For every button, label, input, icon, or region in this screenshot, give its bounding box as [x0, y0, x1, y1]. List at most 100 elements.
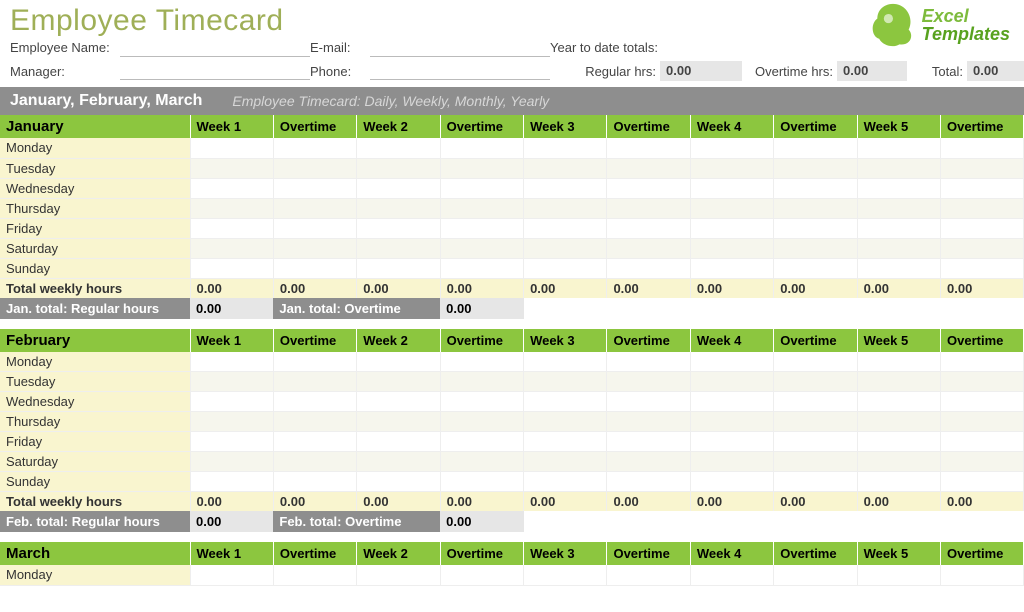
hours-cell[interactable]	[524, 198, 607, 218]
hours-cell[interactable]	[273, 352, 356, 372]
hours-cell[interactable]	[440, 158, 523, 178]
hours-cell[interactable]	[524, 138, 607, 158]
hours-cell[interactable]	[524, 158, 607, 178]
hours-cell[interactable]	[941, 352, 1024, 372]
hours-cell[interactable]	[440, 392, 523, 412]
hours-cell[interactable]	[440, 352, 523, 372]
hours-cell[interactable]	[857, 452, 940, 472]
hours-cell[interactable]	[690, 472, 773, 492]
hours-cell[interactable]	[857, 565, 940, 585]
hours-cell[interactable]	[607, 565, 690, 585]
hours-cell[interactable]	[774, 258, 857, 278]
hours-cell[interactable]	[941, 392, 1024, 412]
hours-cell[interactable]	[357, 412, 440, 432]
hours-cell[interactable]	[690, 198, 773, 218]
hours-cell[interactable]	[690, 565, 773, 585]
hours-cell[interactable]	[941, 432, 1024, 452]
hours-cell[interactable]	[857, 238, 940, 258]
hours-cell[interactable]	[440, 218, 523, 238]
hours-cell[interactable]	[941, 218, 1024, 238]
hours-cell[interactable]	[607, 158, 690, 178]
hours-cell[interactable]	[774, 238, 857, 258]
hours-cell[interactable]	[357, 178, 440, 198]
hours-cell[interactable]	[774, 352, 857, 372]
hours-cell[interactable]	[941, 238, 1024, 258]
hours-cell[interactable]	[941, 565, 1024, 585]
hours-cell[interactable]	[941, 178, 1024, 198]
hours-cell[interactable]	[440, 372, 523, 392]
hours-cell[interactable]	[190, 432, 273, 452]
hours-cell[interactable]	[524, 412, 607, 432]
hours-cell[interactable]	[774, 178, 857, 198]
hours-cell[interactable]	[857, 178, 940, 198]
hours-cell[interactable]	[857, 218, 940, 238]
hours-cell[interactable]	[524, 472, 607, 492]
hours-cell[interactable]	[607, 238, 690, 258]
hours-cell[interactable]	[857, 412, 940, 432]
hours-cell[interactable]	[774, 392, 857, 412]
hours-cell[interactable]	[857, 138, 940, 158]
employee-name-field[interactable]	[120, 39, 310, 57]
hours-cell[interactable]	[190, 472, 273, 492]
manager-field[interactable]	[120, 62, 310, 80]
hours-cell[interactable]	[357, 198, 440, 218]
hours-cell[interactable]	[440, 452, 523, 472]
hours-cell[interactable]	[190, 565, 273, 585]
hours-cell[interactable]	[273, 372, 356, 392]
hours-cell[interactable]	[857, 198, 940, 218]
hours-cell[interactable]	[690, 238, 773, 258]
hours-cell[interactable]	[774, 472, 857, 492]
hours-cell[interactable]	[357, 158, 440, 178]
hours-cell[interactable]	[690, 392, 773, 412]
hours-cell[interactable]	[357, 392, 440, 412]
hours-cell[interactable]	[190, 392, 273, 412]
hours-cell[interactable]	[524, 452, 607, 472]
hours-cell[interactable]	[273, 452, 356, 472]
hours-cell[interactable]	[440, 472, 523, 492]
hours-cell[interactable]	[190, 198, 273, 218]
hours-cell[interactable]	[607, 198, 690, 218]
hours-cell[interactable]	[524, 432, 607, 452]
hours-cell[interactable]	[190, 352, 273, 372]
hours-cell[interactable]	[524, 218, 607, 238]
hours-cell[interactable]	[690, 138, 773, 158]
hours-cell[interactable]	[607, 432, 690, 452]
hours-cell[interactable]	[273, 258, 356, 278]
hours-cell[interactable]	[857, 258, 940, 278]
hours-cell[interactable]	[524, 352, 607, 372]
hours-cell[interactable]	[941, 158, 1024, 178]
hours-cell[interactable]	[941, 138, 1024, 158]
hours-cell[interactable]	[774, 158, 857, 178]
hours-cell[interactable]	[440, 238, 523, 258]
hours-cell[interactable]	[607, 472, 690, 492]
hours-cell[interactable]	[357, 432, 440, 452]
hours-cell[interactable]	[941, 198, 1024, 218]
hours-cell[interactable]	[357, 218, 440, 238]
hours-cell[interactable]	[607, 452, 690, 472]
hours-cell[interactable]	[440, 412, 523, 432]
hours-cell[interactable]	[607, 138, 690, 158]
hours-cell[interactable]	[690, 178, 773, 198]
hours-cell[interactable]	[774, 432, 857, 452]
hours-cell[interactable]	[273, 198, 356, 218]
hours-cell[interactable]	[941, 412, 1024, 432]
hours-cell[interactable]	[524, 238, 607, 258]
hours-cell[interactable]	[774, 372, 857, 392]
hours-cell[interactable]	[273, 138, 356, 158]
hours-cell[interactable]	[357, 238, 440, 258]
hours-cell[interactable]	[190, 138, 273, 158]
hours-cell[interactable]	[690, 158, 773, 178]
hours-cell[interactable]	[190, 412, 273, 432]
hours-cell[interactable]	[190, 238, 273, 258]
hours-cell[interactable]	[857, 352, 940, 372]
hours-cell[interactable]	[690, 432, 773, 452]
hours-cell[interactable]	[857, 392, 940, 412]
hours-cell[interactable]	[607, 258, 690, 278]
hours-cell[interactable]	[273, 238, 356, 258]
hours-cell[interactable]	[857, 158, 940, 178]
hours-cell[interactable]	[941, 452, 1024, 472]
hours-cell[interactable]	[273, 412, 356, 432]
hours-cell[interactable]	[941, 472, 1024, 492]
hours-cell[interactable]	[440, 565, 523, 585]
hours-cell[interactable]	[941, 258, 1024, 278]
